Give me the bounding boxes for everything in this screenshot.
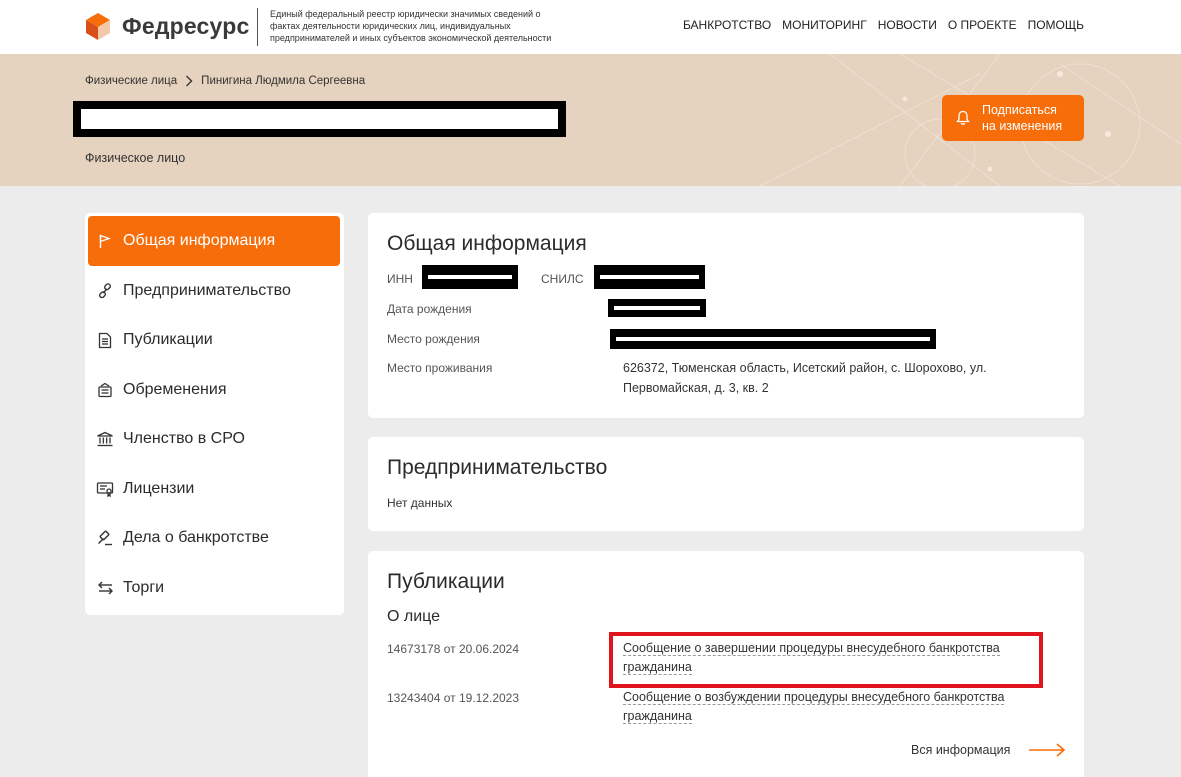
- sidebar-item-encumbrances[interactable]: Обременения: [88, 365, 340, 415]
- sidebar-item-bankruptcy[interactable]: Дела о банкротстве: [88, 513, 340, 563]
- arrow-right-icon: [1029, 743, 1066, 757]
- general-info-title: Общая информация: [387, 232, 587, 255]
- sidebar-item-business[interactable]: Предпринимательство: [88, 266, 340, 316]
- stack-icon: [96, 381, 114, 399]
- breadcrumb-current: Пинигина Людмила Сергеевна: [201, 75, 366, 87]
- sidebar-item-general[interactable]: Общая информация: [88, 216, 340, 266]
- inn-label: ИНН: [387, 272, 413, 286]
- nav-monitoring[interactable]: МОНИТОРИНГ: [782, 18, 867, 32]
- nav-about[interactable]: О ПРОЕКТЕ: [948, 18, 1017, 32]
- redacted-person-name: [73, 101, 566, 137]
- profile-banner: Физические лица Пинигина Людмила Сергеев…: [0, 54, 1181, 186]
- main-nav: БАНКРОТСТВО МОНИТОРИНГ НОВОСТИ О ПРОЕКТЕ…: [683, 18, 1084, 32]
- sidebar-item-licenses[interactable]: Лицензии: [88, 464, 340, 514]
- link-icon: [96, 282, 114, 300]
- sidebar: Общая информация Предпринимательство Пуб…: [85, 213, 344, 615]
- breadcrumb-root[interactable]: Физические лица: [85, 75, 177, 87]
- birth-date-label: Дата рождения: [387, 302, 472, 316]
- top-header: Федресурс Единый федеральный реестр юрид…: [0, 0, 1181, 54]
- chevron-right-icon: [186, 75, 193, 87]
- subscribe-button[interactable]: Подписаться на изменения: [942, 95, 1084, 141]
- sidebar-item-sro[interactable]: Членство в СРО: [88, 414, 340, 464]
- gavel-icon: [96, 529, 114, 547]
- redacted-birth-place: [610, 329, 936, 349]
- birth-place-label: Место рождения: [387, 332, 480, 346]
- logo-divider: [257, 8, 258, 46]
- nav-help[interactable]: ПОМОЩЬ: [1028, 18, 1084, 32]
- snils-label: СНИЛС: [541, 272, 584, 286]
- nav-bankruptcy[interactable]: БАНКРОТСТВО: [683, 18, 771, 32]
- residence-value: 626372, Тюменская область, Исетский райо…: [623, 361, 987, 395]
- logo-description: Единый федеральный реестр юридически зна…: [270, 9, 552, 43]
- person-type: Физическое лицо: [85, 151, 186, 165]
- sidebar-item-auctions[interactable]: Торги: [88, 563, 340, 613]
- redacted-birth-date: [608, 299, 706, 317]
- publication-link-2[interactable]: Сообщение о возбуждении процедуры внесуд…: [623, 688, 1023, 726]
- logo[interactable]: Федресурс: [84, 11, 249, 41]
- certificate-icon: [96, 480, 114, 498]
- logo-title: Федресурс: [122, 12, 250, 39]
- publications-subtitle: О лице: [387, 608, 441, 625]
- publication-ref-2: 13243404 от 19.12.2023: [387, 691, 520, 705]
- institution-icon: [96, 430, 114, 448]
- bell-icon: [956, 110, 970, 125]
- business-no-data: Нет данных: [387, 496, 453, 510]
- sidebar-item-publications[interactable]: Публикации: [88, 315, 340, 365]
- document-icon: [96, 331, 114, 349]
- redacted-inn: [422, 265, 518, 289]
- subscribe-label: Подписаться на изменения: [982, 103, 1063, 133]
- nav-news[interactable]: НОВОСТИ: [878, 18, 937, 32]
- highlight-box: [609, 632, 1043, 688]
- publication-ref-1: 14673178 от 20.06.2024: [387, 642, 520, 656]
- business-title: Предпринимательство: [387, 456, 608, 479]
- residence-label: Место проживания: [387, 361, 493, 375]
- flag-icon: [96, 232, 114, 250]
- logo-cube-icon: [86, 13, 110, 40]
- publications-title: Публикации: [387, 570, 505, 593]
- exchange-icon: [96, 579, 114, 597]
- breadcrumb: Физические лица Пинигина Людмила Сергеев…: [85, 75, 365, 87]
- all-info-link[interactable]: Вся информация: [911, 743, 1066, 757]
- business-card: Предпринимательство Нет данных: [368, 437, 1084, 531]
- redacted-snils: [594, 265, 705, 289]
